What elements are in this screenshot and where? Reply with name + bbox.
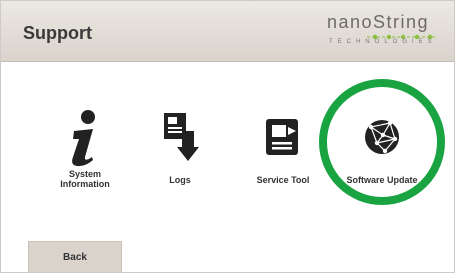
page-title: Support <box>23 23 92 43</box>
back-button[interactable]: Back <box>28 241 122 272</box>
highlight-circle <box>319 79 445 205</box>
system-information-label-line2: Information <box>60 179 110 189</box>
nanostring-logo: nanoString TECHNOLOGIES <box>327 12 449 52</box>
system-information-label-line1: System <box>68 169 102 179</box>
logo-text: nanoString <box>327 12 430 32</box>
logs-label: Logs <box>169 175 191 185</box>
header-bar: Support nanoString TECHNOLOGIES <box>1 1 454 62</box>
logo-subtext: TECHNOLOGIES <box>329 39 437 45</box>
logs-button[interactable]: Logs <box>125 101 235 201</box>
support-screen: Support nanoString TECHNOLOGIES System I… <box>0 0 455 273</box>
logs-icon <box>125 109 235 169</box>
system-information-button[interactable]: System Information <box>30 101 140 201</box>
info-icon <box>30 109 140 169</box>
service-tool-label: Service Tool <box>256 175 310 185</box>
system-information-label: System Information <box>30 169 140 189</box>
